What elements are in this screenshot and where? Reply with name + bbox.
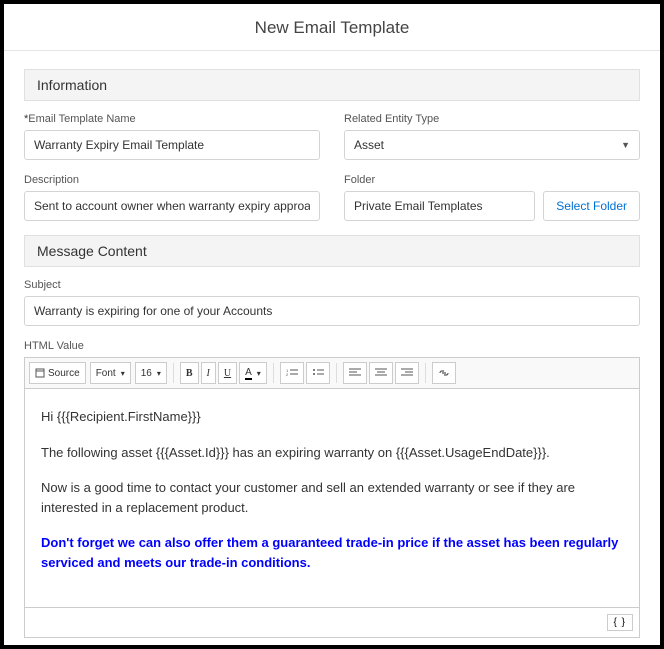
window: New Email Template Information *Email Te…: [4, 4, 660, 645]
font-dropdown[interactable]: Font▾: [90, 362, 131, 384]
link-button[interactable]: [432, 362, 456, 384]
content: Information *Email Template Name Related…: [4, 69, 660, 638]
editor-line-4: Don't forget we can also offer them a gu…: [41, 533, 623, 572]
select-entity-type[interactable]: Asset ▼: [344, 130, 640, 160]
align-right-button[interactable]: [395, 362, 419, 384]
chevron-down-icon: ▼: [621, 140, 630, 150]
row-desc-folder: Description Folder Select Folder: [24, 174, 640, 221]
list-group: 12: [280, 362, 330, 384]
label-entity-type: Related Entity Type: [344, 113, 640, 125]
select-folder-button[interactable]: Select Folder: [543, 191, 640, 221]
label-subject: Subject: [24, 279, 640, 291]
svg-text:2: 2: [286, 372, 289, 377]
align-right-icon: [401, 368, 413, 378]
row-name-entity: *Email Template Name Related Entity Type…: [24, 113, 640, 160]
align-left-icon: [349, 368, 361, 378]
field-entity-type: Related Entity Type Asset ▼: [344, 113, 640, 160]
unordered-list-icon: [312, 368, 324, 378]
bold-button[interactable]: B: [180, 362, 199, 384]
html-editor[interactable]: Hi {{{Recipient.FirstName}}} The followi…: [24, 388, 640, 608]
field-folder: Folder Select Folder: [344, 174, 640, 221]
ordered-list-button[interactable]: 12: [280, 362, 304, 384]
label-folder: Folder: [344, 174, 640, 186]
field-html-value: HTML Value Source Font▾ 16▾ B I U A▾: [24, 340, 640, 638]
align-left-button[interactable]: [343, 362, 367, 384]
align-group: [343, 362, 419, 384]
label-description: Description: [24, 174, 320, 186]
merge-field-button[interactable]: { }: [607, 614, 633, 631]
font-size-dropdown[interactable]: 16▾: [135, 362, 167, 384]
separator: [336, 363, 337, 383]
caret-down-icon: ▾: [257, 369, 261, 378]
editor-line-3: Now is a good time to contact your custo…: [41, 478, 623, 517]
separator: [425, 363, 426, 383]
input-template-name[interactable]: [24, 130, 320, 160]
editor-line-2: The following asset {{{Asset.Id}}} has a…: [41, 443, 623, 463]
editor-toolbar: Source Font▾ 16▾ B I U A▾ 1: [24, 357, 640, 388]
ordered-list-icon: 12: [286, 368, 298, 378]
field-description: Description: [24, 174, 320, 221]
section-information: Information: [24, 69, 640, 101]
field-template-name: *Email Template Name: [24, 113, 320, 160]
caret-down-icon: ▾: [157, 369, 161, 378]
align-center-icon: [375, 368, 387, 378]
select-entity-value: Asset: [354, 138, 384, 152]
caret-down-icon: ▾: [121, 369, 125, 378]
italic-button[interactable]: I: [201, 362, 216, 384]
field-subject: Subject: [24, 279, 640, 326]
separator: [273, 363, 274, 383]
separator: [173, 363, 174, 383]
source-button[interactable]: Source: [29, 362, 86, 384]
input-subject[interactable]: [24, 296, 640, 326]
folder-row: Select Folder: [344, 191, 640, 221]
format-group: B I U A▾: [180, 362, 267, 384]
input-description[interactable]: [24, 191, 320, 221]
page-title: New Email Template: [4, 4, 660, 50]
editor-line-1: Hi {{{Recipient.FirstName}}}: [41, 407, 623, 427]
label-template-name: *Email Template Name: [24, 113, 320, 125]
align-center-button[interactable]: [369, 362, 393, 384]
source-icon: [35, 368, 45, 378]
underline-button[interactable]: U: [218, 362, 237, 384]
divider: [4, 50, 660, 51]
label-html-value: HTML Value: [24, 340, 640, 352]
section-message-content: Message Content: [24, 235, 640, 267]
unordered-list-button[interactable]: [306, 362, 330, 384]
input-folder[interactable]: [344, 191, 535, 221]
editor-footer: { }: [24, 608, 640, 638]
text-color-button[interactable]: A▾: [239, 362, 267, 384]
link-icon: [438, 368, 450, 378]
